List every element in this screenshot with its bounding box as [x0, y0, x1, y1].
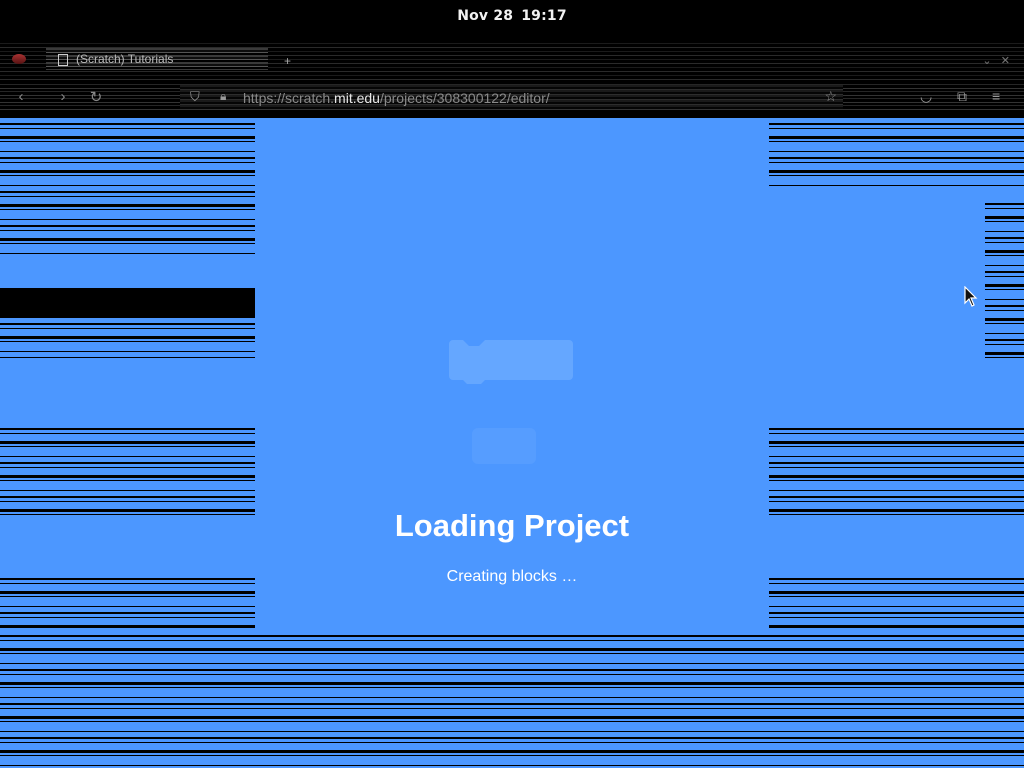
page-viewport: Loading Project Creating blocks …: [0, 118, 1024, 768]
clock-date: Nov 28: [457, 8, 514, 24]
render-glitch-bottom: [0, 630, 1024, 768]
render-glitch-band: [0, 288, 255, 318]
tab-favicon-icon: [58, 53, 68, 66]
project-loader: Loading Project Creating blocks …: [255, 118, 769, 630]
desktop-screen: Nov 28 19:17 (Scratch) Tutorials + ⌄ ✕ ‹ …: [0, 0, 1024, 768]
extensions-icon[interactable]: ⧉: [957, 88, 967, 105]
url-path: /projects/308300122/editor/: [379, 90, 550, 106]
render-glitch-right-top: [769, 118, 1024, 188]
render-glitch-left-mid: [0, 318, 255, 358]
url-prefix: https://scratch.: [243, 90, 335, 106]
lock-icon[interactable]: 🔒︎: [220, 89, 226, 104]
render-glitch-right-bottom: [769, 573, 1024, 633]
render-glitch-right-edge: [985, 198, 1024, 358]
render-glitch-left-lower: [0, 423, 255, 523]
code-block-icon: [449, 340, 573, 384]
tracking-shield-icon[interactable]: ⛉: [190, 89, 200, 105]
tab-strip: (Scratch) Tutorials + ⌄ ✕: [0, 40, 1024, 80]
browser-tab[interactable]: (Scratch) Tutorials: [46, 48, 268, 70]
reload-icon[interactable]: ↻: [87, 88, 105, 106]
system-top-bar: Nov 28 19:17: [0, 0, 1024, 32]
new-tab-icon[interactable]: +: [284, 54, 291, 68]
render-glitch-left-bottom: [0, 573, 255, 633]
back-arrow-icon[interactable]: ‹: [12, 88, 30, 105]
render-glitch-left-top: [0, 118, 255, 258]
firefox-view-icon[interactable]: [12, 54, 26, 64]
bookmark-star-icon[interactable]: ☆: [824, 88, 837, 105]
mouse-cursor-icon: [964, 286, 978, 307]
navigation-toolbar: ‹ › ↻ ⛉ 🔒︎ https://scratch.mit.edu/proje…: [0, 82, 1024, 112]
address-bar[interactable]: ⛉ 🔒︎ https://scratch.mit.edu/projects/30…: [180, 85, 843, 109]
loading-status: Creating blocks …: [446, 568, 578, 585]
hamburger-menu-icon[interactable]: ≡: [992, 88, 1000, 104]
tab-title: (Scratch) Tutorials: [76, 52, 174, 66]
url-host: mit.edu: [334, 90, 380, 106]
pocket-icon[interactable]: ◡: [920, 88, 932, 105]
render-glitch-right-lower: [769, 423, 1024, 523]
window-controls[interactable]: ⌄ ✕: [982, 54, 1010, 67]
code-block-placeholder-icon: [472, 428, 536, 464]
clock-time: 19:17: [521, 8, 567, 24]
browser-chrome: (Scratch) Tutorials + ⌄ ✕ ‹ › ↻ ⛉ 🔒︎ htt…: [0, 32, 1024, 118]
clock[interactable]: Nov 28 19:17: [457, 8, 567, 24]
forward-arrow-icon[interactable]: ›: [54, 88, 72, 105]
url-text[interactable]: https://scratch.mit.edu/projects/3083001…: [243, 90, 550, 106]
loading-title: Loading Project: [394, 508, 630, 543]
